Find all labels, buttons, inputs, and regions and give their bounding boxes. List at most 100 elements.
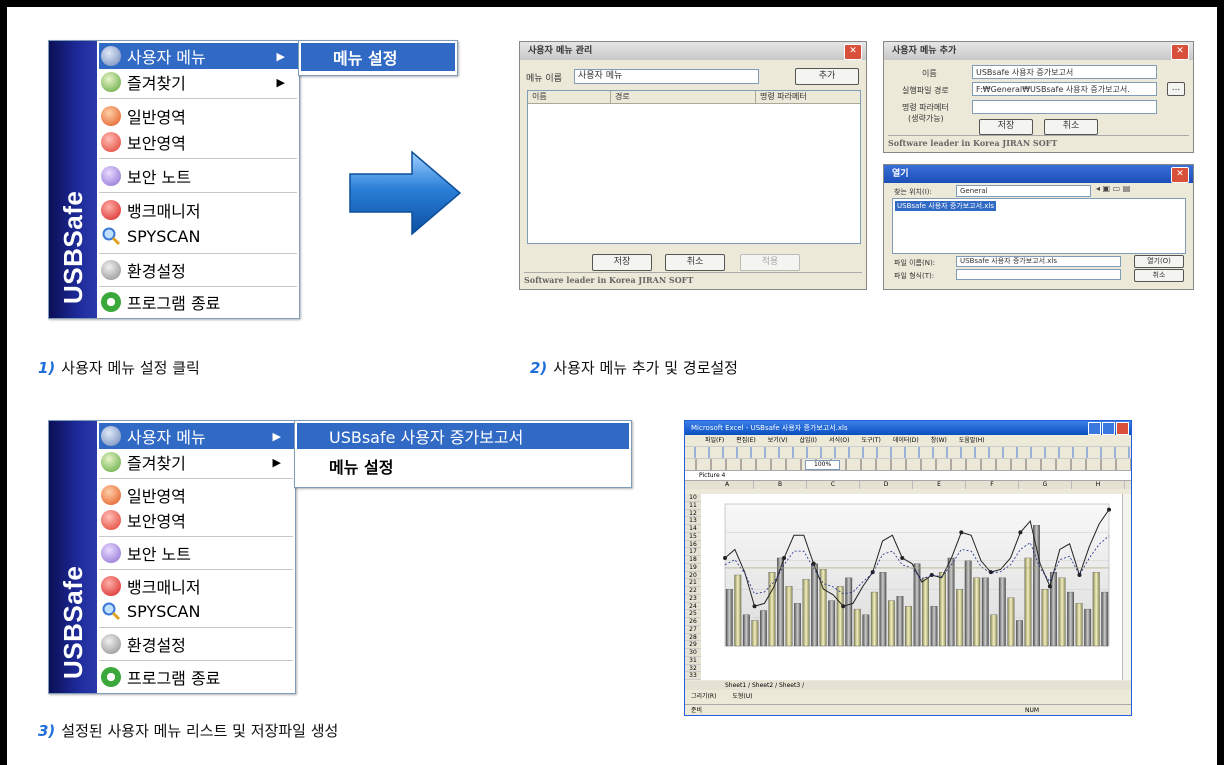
excel-sheet-tabs[interactable]: Sheet1 / Sheet2 / Sheet3 / bbox=[685, 681, 1131, 690]
row-header[interactable]: 27 bbox=[685, 626, 701, 634]
close-icon[interactable]: ✕ bbox=[1171, 44, 1189, 60]
draw-menu[interactable]: 그리기(R) bbox=[691, 693, 716, 700]
menu-item-spyscan[interactable]: SPYSCAN bbox=[99, 598, 295, 624]
name-input[interactable]: USBsafe 사용자 증가보고서 bbox=[972, 65, 1157, 79]
row-header[interactable]: 19 bbox=[685, 564, 701, 572]
row-header[interactable]: 30 bbox=[685, 649, 701, 657]
menu-item-user-menu[interactable]: 사용자 메뉴 ▶ bbox=[99, 43, 299, 69]
menu-item-favorites[interactable]: 즐겨찾기 ▶ bbox=[99, 449, 295, 475]
sheet-tab-labels[interactable]: Sheet1 / Sheet2 / Sheet3 / bbox=[725, 682, 804, 689]
row-header[interactable]: 31 bbox=[685, 657, 701, 665]
row-header[interactable]: 22 bbox=[685, 587, 701, 595]
column-header[interactable]: G bbox=[1019, 481, 1072, 489]
row-header[interactable]: 29 bbox=[685, 641, 701, 649]
row-header[interactable]: 12 bbox=[685, 510, 701, 518]
column-header-path[interactable]: 경로 bbox=[611, 91, 756, 103]
row-header[interactable]: 17 bbox=[685, 548, 701, 556]
menu-item-exit[interactable]: 프로그램 종료 bbox=[99, 289, 299, 315]
column-header[interactable]: D bbox=[860, 481, 913, 489]
save-button[interactable]: 저장 bbox=[592, 254, 652, 271]
cancel-button[interactable]: 취소 bbox=[1044, 119, 1098, 135]
param-input[interactable] bbox=[972, 100, 1157, 114]
menu-data[interactable]: 데이터(D) bbox=[893, 435, 919, 446]
open-button[interactable]: 열기(O) bbox=[1134, 255, 1184, 268]
submenu-item-menu-settings[interactable]: 메뉴 설정 bbox=[297, 453, 629, 479]
row-header[interactable]: 26 bbox=[685, 618, 701, 626]
save-button[interactable]: 저장 bbox=[979, 119, 1033, 135]
add-button[interactable]: 추가 bbox=[795, 68, 859, 85]
row-header[interactable]: 32 bbox=[685, 665, 701, 673]
path-input[interactable]: F:₩General₩USBsafe 사용자 증가보고서. bbox=[972, 82, 1157, 96]
menu-format[interactable]: 서식(O) bbox=[829, 435, 849, 446]
menu-item-settings[interactable]: 환경설정 bbox=[99, 631, 295, 657]
filename-input[interactable]: USBsafe 사용자 증가보고서.xls bbox=[956, 256, 1121, 267]
close-icon[interactable] bbox=[1116, 422, 1129, 435]
menu-file[interactable]: 파일(F) bbox=[705, 435, 724, 446]
column-header-param[interactable]: 명령 파라메터 bbox=[756, 91, 860, 103]
menu-item-bank-manager[interactable]: 뱅크매니저 bbox=[99, 197, 299, 223]
cancel-button[interactable]: 취소 bbox=[665, 254, 725, 271]
row-header[interactable]: 21 bbox=[685, 579, 701, 587]
filetype-dropdown[interactable] bbox=[956, 269, 1121, 280]
menu-item-secure-note[interactable]: 보안 노트 bbox=[99, 163, 299, 189]
name-box[interactable]: Picture 4 bbox=[699, 471, 725, 480]
menu-item-general-area[interactable]: 일반영역 bbox=[99, 103, 299, 129]
menu-item-general-area[interactable]: 일반영역 bbox=[99, 482, 295, 508]
lookin-dropdown[interactable]: General bbox=[956, 185, 1091, 197]
column-header[interactable]: H bbox=[1072, 481, 1125, 489]
menu-view[interactable]: 보기(V) bbox=[768, 435, 788, 446]
menu-tools[interactable]: 도구(T) bbox=[861, 435, 880, 446]
menu-list-table[interactable]: 이름 경로 명령 파라메터 bbox=[527, 90, 861, 244]
column-header-name[interactable]: 이름 bbox=[528, 91, 611, 103]
menu-window[interactable]: 창(W) bbox=[931, 435, 947, 446]
row-header[interactable]: 28 bbox=[685, 634, 701, 642]
apply-button[interactable]: 적용 bbox=[740, 254, 800, 271]
maximize-icon[interactable] bbox=[1102, 422, 1115, 435]
zoom-box[interactable]: 100% bbox=[805, 460, 841, 470]
row-header[interactable]: 13 bbox=[685, 517, 701, 525]
excel-sheet-area[interactable]: 10 11 12 13 14 15 16 17 18 19 20 21 22 23 24 25 26 27 28 29… bbox=[685, 494, 1131, 680]
excel-toolbar-standard[interactable] bbox=[685, 446, 1131, 458]
menu-item-secure-area[interactable]: 보안영역 bbox=[99, 507, 295, 533]
row-header[interactable]: 25 bbox=[685, 610, 701, 618]
row-header[interactable]: 10 bbox=[685, 494, 701, 502]
close-icon[interactable]: ✕ bbox=[844, 44, 862, 60]
menu-item-favorites[interactable]: 즐겨찾기 ▶ bbox=[99, 69, 299, 95]
row-header[interactable]: 33 bbox=[685, 672, 701, 680]
row-header[interactable]: 14 bbox=[685, 525, 701, 533]
menu-name-input[interactable]: 사용자 메뉴 bbox=[574, 69, 759, 84]
browse-button[interactable]: ... bbox=[1167, 82, 1185, 96]
menu-item-settings[interactable]: 환경설정 bbox=[99, 257, 299, 283]
menu-edit[interactable]: 편집(E) bbox=[736, 435, 756, 446]
column-header[interactable]: B bbox=[754, 481, 807, 489]
row-header[interactable]: 15 bbox=[685, 533, 701, 541]
vertical-scrollbar[interactable] bbox=[1122, 494, 1131, 680]
row-header[interactable]: 11 bbox=[685, 502, 701, 510]
row-header[interactable]: 23 bbox=[685, 595, 701, 603]
column-header[interactable]: E bbox=[913, 481, 966, 489]
row-header[interactable]: 16 bbox=[685, 541, 701, 549]
autoshape-menu[interactable]: 도형(U) bbox=[732, 693, 752, 700]
row-header[interactable]: 24 bbox=[685, 603, 701, 611]
excel-embedded-chart[interactable] bbox=[701, 494, 1123, 680]
menu-item-secure-note[interactable]: 보안 노트 bbox=[99, 540, 295, 566]
menu-item-exit[interactable]: 프로그램 종료 bbox=[99, 664, 295, 690]
column-header[interactable]: F bbox=[966, 481, 1019, 489]
close-icon[interactable]: ✕ bbox=[1171, 167, 1189, 183]
menu-item-spyscan[interactable]: SPYSCAN bbox=[99, 223, 299, 249]
submenu-item-menu-settings[interactable]: 메뉴 설정 bbox=[301, 43, 455, 71]
submenu-item-usbsafe-report[interactable]: USBsafe 사용자 증가보고서 bbox=[297, 423, 629, 449]
minimize-icon[interactable] bbox=[1088, 422, 1101, 435]
cancel-button[interactable]: 취소 bbox=[1134, 269, 1184, 282]
file-item[interactable]: USBsafe 사용자 증가보고서.xls bbox=[895, 201, 997, 211]
menu-insert[interactable]: 삽입(I) bbox=[800, 435, 818, 446]
file-list[interactable]: USBsafe 사용자 증가보고서.xls bbox=[892, 198, 1186, 254]
column-header[interactable]: A bbox=[701, 481, 754, 489]
menu-item-bank-manager[interactable]: 뱅크매니저 bbox=[99, 573, 295, 599]
row-header[interactable]: 18 bbox=[685, 556, 701, 564]
menu-item-secure-area[interactable]: 보안영역 bbox=[99, 129, 299, 155]
row-header[interactable]: 20 bbox=[685, 572, 701, 580]
column-header[interactable]: C bbox=[807, 481, 860, 489]
menu-item-user-menu[interactable]: 사용자 메뉴 ▶ bbox=[99, 423, 295, 449]
menu-help[interactable]: 도움말(H) bbox=[959, 435, 985, 446]
